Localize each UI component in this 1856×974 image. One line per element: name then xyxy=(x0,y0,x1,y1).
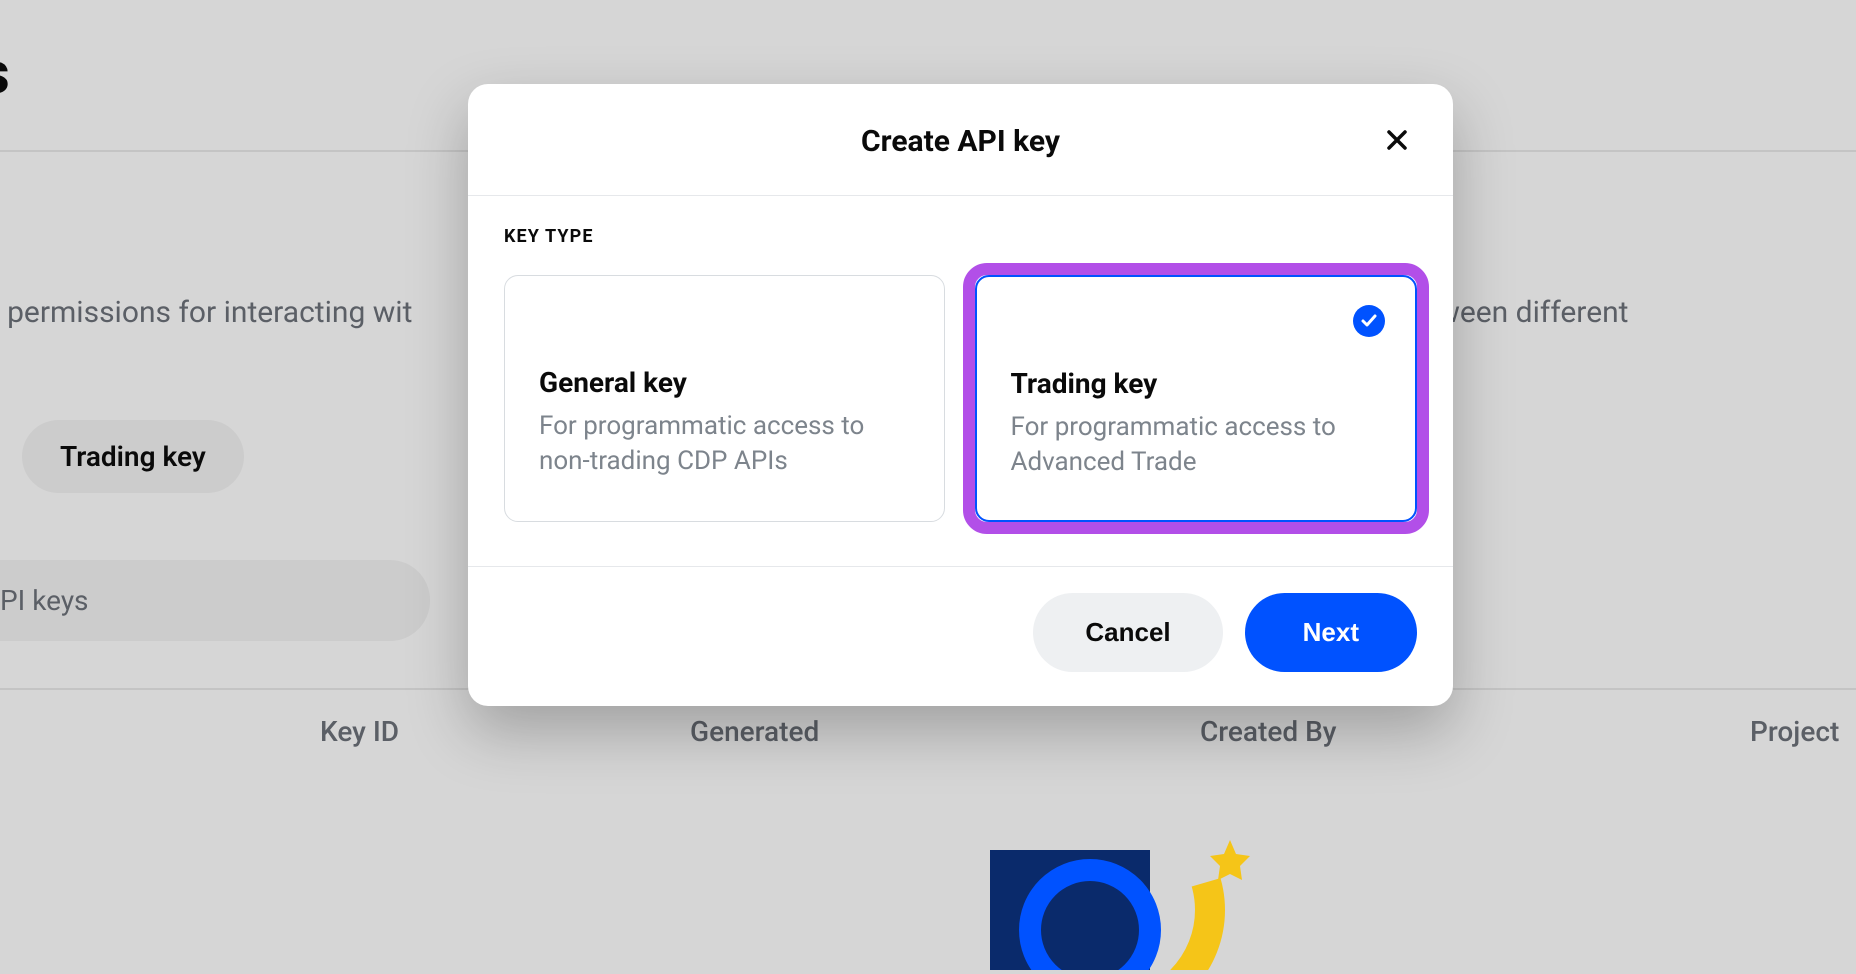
search-api-keys-input[interactable]: PI keys xyxy=(0,560,430,641)
column-header-created-by: Created By xyxy=(1200,715,1336,748)
description-fragment-left: ific permissions for interacting wit xyxy=(0,295,412,330)
option-description: For programmatic access to non-trading C… xyxy=(539,409,910,479)
description-fragment-right: ween different xyxy=(1437,295,1628,330)
column-header-key-id: Key ID xyxy=(320,715,399,748)
general-key-option[interactable]: General key For programmatic access to n… xyxy=(504,275,945,522)
cancel-button[interactable]: Cancel xyxy=(1033,593,1222,672)
selected-check-icon xyxy=(1353,305,1385,337)
create-api-key-modal: Create API key KEY TYPE General key For … xyxy=(468,84,1453,706)
decorative-logo xyxy=(950,830,1290,970)
option-title: Trading key xyxy=(1011,367,1382,400)
trading-key-pill[interactable]: Trading key xyxy=(22,420,244,493)
option-title: General key xyxy=(539,366,910,399)
page-title-fragment: s xyxy=(0,40,10,108)
close-button[interactable] xyxy=(1381,124,1413,156)
close-icon xyxy=(1385,128,1409,152)
option-description: For programmatic access to Advanced Trad… xyxy=(1011,410,1382,480)
column-header-generated: Generated xyxy=(690,715,819,748)
trading-key-option[interactable]: Trading key For programmatic access to A… xyxy=(975,275,1418,522)
next-button[interactable]: Next xyxy=(1245,593,1417,672)
key-type-label: KEY TYPE xyxy=(504,226,1417,247)
column-header-project: Project xyxy=(1750,715,1839,748)
modal-header: Create API key xyxy=(468,84,1453,196)
modal-body: KEY TYPE General key For programmatic ac… xyxy=(468,196,1453,566)
key-type-options: General key For programmatic access to n… xyxy=(504,275,1417,522)
modal-title: Create API key xyxy=(468,124,1453,159)
modal-footer: Cancel Next xyxy=(468,566,1453,706)
